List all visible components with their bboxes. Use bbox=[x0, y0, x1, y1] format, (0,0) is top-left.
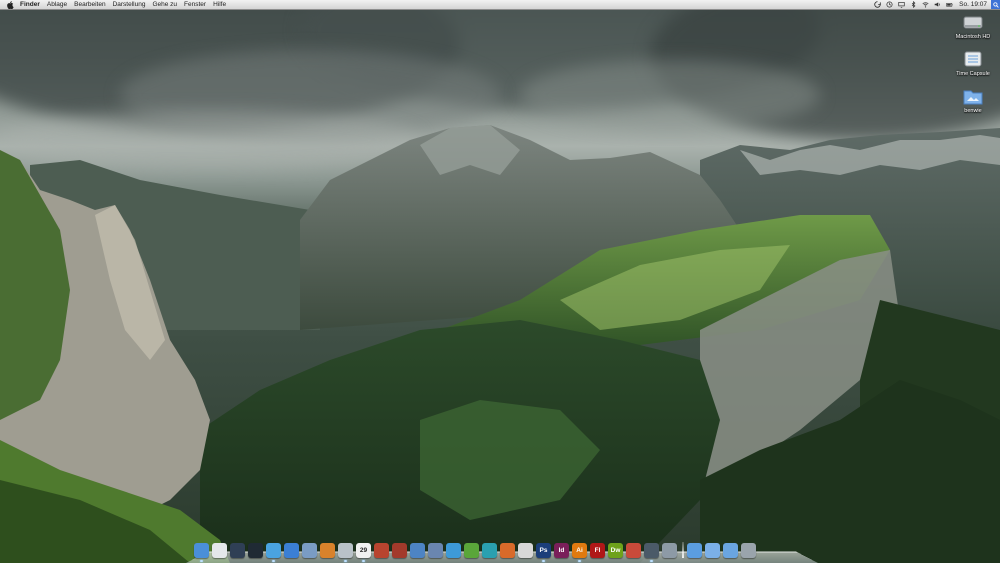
desktop-icon-benwie[interactable]: benwie bbox=[952, 86, 994, 114]
dock-mail-icon[interactable] bbox=[338, 543, 353, 562]
running-indicator bbox=[542, 560, 545, 562]
time-machine-icon[interactable] bbox=[885, 1, 893, 9]
dock-documents-stack-icon[interactable] bbox=[687, 543, 702, 558]
dock-safari-icon[interactable] bbox=[266, 543, 281, 562]
dock-downloads-stack-icon[interactable] bbox=[705, 543, 720, 558]
menu-extras: So. 19:07 bbox=[869, 0, 1000, 9]
desktop-icon-macintosh-hd[interactable]: Macintosh HD bbox=[952, 12, 994, 40]
user-folder-icon bbox=[962, 86, 984, 106]
wifi-icon[interactable] bbox=[921, 1, 929, 9]
desktop-icon-label: benwie bbox=[964, 108, 982, 114]
volume-icon[interactable] bbox=[933, 1, 941, 9]
dock-flash-icon[interactable]: Fl bbox=[590, 543, 605, 558]
menu-hilfe[interactable]: Hilfe bbox=[213, 0, 226, 9]
dock-dreamweaver-icon[interactable]: Dw bbox=[608, 543, 623, 558]
dock-applications-stack-icon[interactable] bbox=[723, 543, 738, 558]
dock-system-preferences-icon[interactable] bbox=[662, 543, 677, 558]
dock-app-label: Id bbox=[558, 547, 565, 554]
dock-dashboard-icon[interactable] bbox=[230, 543, 245, 558]
dock-itunes-icon[interactable] bbox=[284, 543, 299, 558]
dock-activity-monitor-icon[interactable] bbox=[644, 543, 659, 562]
dock-app-label: Fl bbox=[594, 547, 601, 554]
menu-fenster[interactable]: Fenster bbox=[184, 0, 206, 9]
running-indicator bbox=[344, 560, 347, 562]
desktop-icon-time-capsule[interactable]: Time Capsule bbox=[952, 49, 994, 77]
dock-indesign-icon[interactable]: Id bbox=[554, 543, 569, 558]
dock-iphoto-icon[interactable] bbox=[320, 543, 335, 558]
dock-address-book-icon[interactable] bbox=[374, 543, 389, 558]
desktop-wallpaper bbox=[0, 0, 1000, 563]
dock-app-label: Ps bbox=[539, 547, 548, 554]
mountain-landscape bbox=[0, 125, 1000, 563]
menu-clock[interactable]: So. 19:07 bbox=[959, 1, 987, 8]
menu-bearbeiten[interactable]: Bearbeiten bbox=[74, 0, 105, 9]
dock-app-orange-icon[interactable] bbox=[500, 543, 515, 558]
dock-app-label: Dw bbox=[610, 547, 621, 554]
dock-trash-icon[interactable] bbox=[741, 543, 756, 558]
running-indicator bbox=[272, 560, 275, 562]
dock-app-green-icon[interactable] bbox=[464, 543, 479, 558]
dock-time-machine-icon[interactable] bbox=[248, 543, 263, 558]
spotlight-search-icon[interactable] bbox=[991, 0, 1000, 9]
desktop-icon-label: Macintosh HD bbox=[955, 34, 991, 40]
running-indicator bbox=[650, 560, 653, 562]
calendar-day: 29 bbox=[359, 547, 368, 554]
running-indicator bbox=[578, 560, 581, 562]
dock-app-teal-icon[interactable] bbox=[482, 543, 497, 558]
menu-darstellung[interactable]: Darstellung bbox=[113, 0, 146, 9]
dock-separator bbox=[682, 542, 684, 558]
dock-script-editor-icon[interactable] bbox=[410, 543, 425, 558]
menu-finder[interactable]: Finder bbox=[20, 0, 40, 9]
sync-icon[interactable] bbox=[873, 1, 881, 9]
dock: 29 Ps Id Ai Fl Dw bbox=[186, 536, 818, 563]
dock-ical-icon[interactable]: 29 bbox=[356, 543, 371, 562]
dock-app-grid-icon[interactable] bbox=[626, 543, 641, 558]
dock-app-blue-icon[interactable] bbox=[446, 543, 461, 558]
dock-app-label: Ai bbox=[576, 547, 583, 554]
running-indicator bbox=[200, 560, 203, 562]
running-indicator bbox=[362, 560, 365, 562]
time-capsule-icon bbox=[962, 49, 984, 69]
battery-icon[interactable] bbox=[945, 1, 953, 9]
desktop-icon-label: Time Capsule bbox=[956, 71, 990, 77]
dock-photoshop-icon[interactable]: Ps bbox=[536, 543, 551, 562]
hard-drive-icon bbox=[962, 12, 984, 32]
dock-photo-booth-icon[interactable] bbox=[392, 543, 407, 558]
dock-xcode-icon[interactable] bbox=[428, 543, 443, 558]
menu-gehe-zu[interactable]: Gehe zu bbox=[152, 0, 177, 9]
dock-finder-icon[interactable] bbox=[194, 543, 209, 562]
dock-acrobat-icon[interactable] bbox=[518, 543, 533, 558]
bluetooth-icon[interactable] bbox=[909, 1, 917, 9]
desktop-icons: Macintosh HD Time Capsule benwie bbox=[952, 12, 994, 123]
menu-ablage[interactable]: Ablage bbox=[47, 0, 67, 9]
display-mirror-icon[interactable] bbox=[897, 1, 905, 9]
dock-preview-icon[interactable] bbox=[302, 543, 317, 558]
menu-bar: Finder Ablage Bearbeiten Darstellung Geh… bbox=[0, 0, 1000, 10]
dock-app-cube-icon[interactable] bbox=[212, 543, 227, 558]
dock-items: 29 Ps Id Ai Fl Dw bbox=[194, 538, 759, 562]
apple-menu-icon[interactable] bbox=[7, 0, 14, 9]
dock-illustrator-icon[interactable]: Ai bbox=[572, 543, 587, 562]
